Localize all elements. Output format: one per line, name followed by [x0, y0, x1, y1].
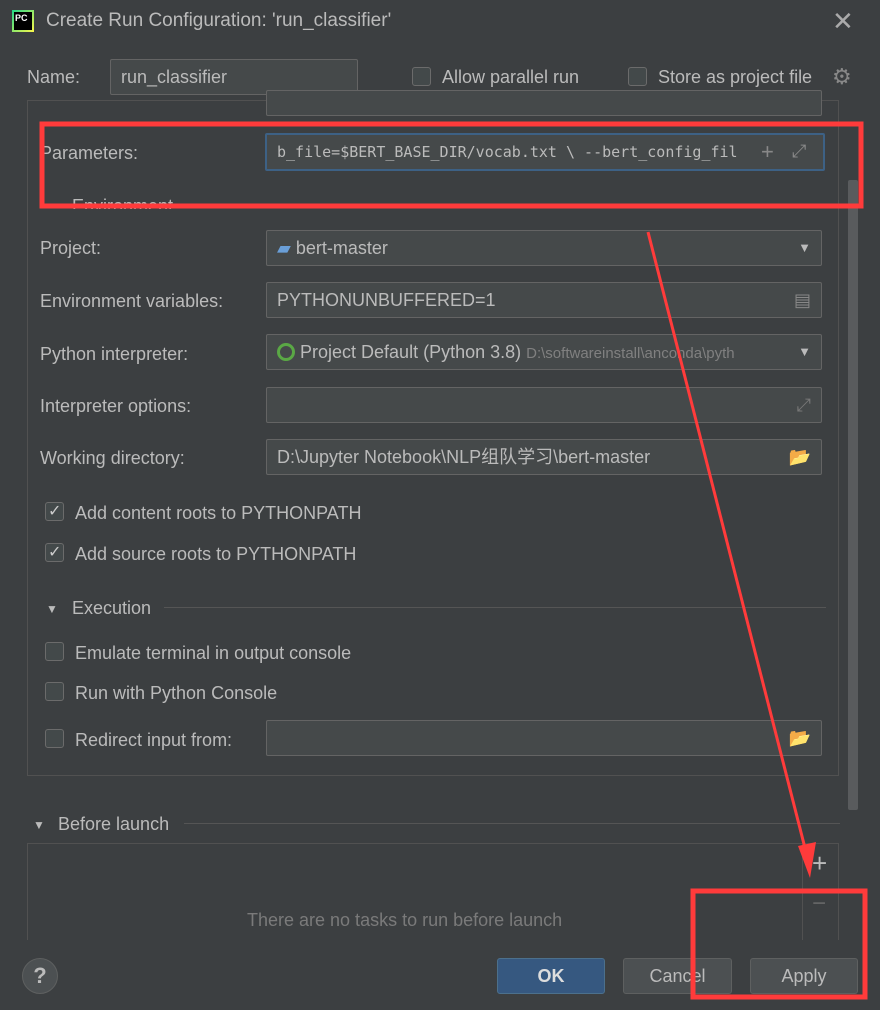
annotation-arrow [646, 231, 808, 853]
annotation-box-apply [690, 888, 868, 1000]
annotation-arrowhead [798, 842, 816, 878]
annotation-overlay [39, 121, 868, 1000]
annotation-box-parameters [39, 121, 864, 209]
